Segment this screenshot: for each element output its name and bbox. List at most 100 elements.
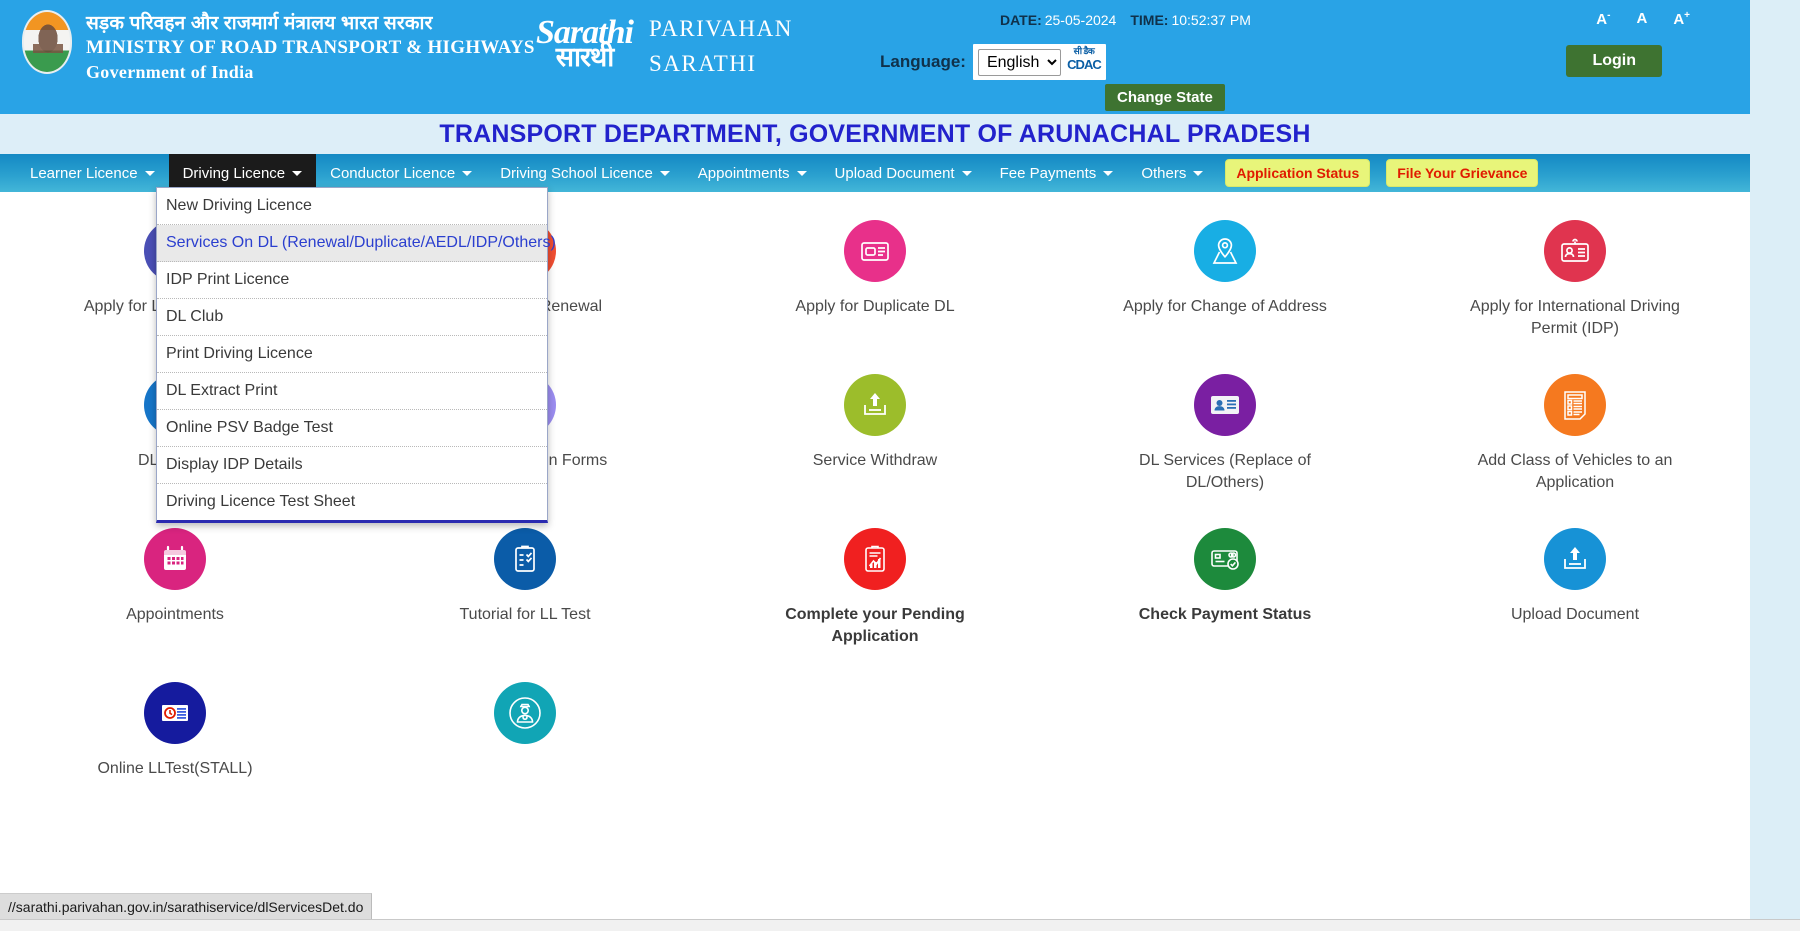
dropdown-item-2[interactable]: IDP Print Licence [157,262,547,299]
add-class-vehicles-checklist-icon [1544,374,1606,437]
dropdown-item-0[interactable]: New Driving Licence [157,188,547,225]
dropdown-item-6[interactable]: Online PSV Badge Test [157,410,547,447]
service-tile-label: Service Withdraw [812,452,938,470]
brand-words: PARIVAHAN SARATHI [649,6,793,81]
service-tile-upload-document[interactable]: Upload Document [1400,518,1750,664]
language-label: Language: [880,52,966,71]
dropdown-item-5[interactable]: DL Extract Print [157,373,547,410]
nav-item-label: Upload Document [834,164,955,182]
nav-item-others[interactable]: Others [1127,154,1217,192]
service-tile-label: Appointments [126,606,224,624]
pending-application-clipboard-icon [844,528,906,591]
service-tile-complete-your-pending-application[interactable]: Complete your Pending Application [700,518,1050,664]
chevron-down-icon [796,170,807,176]
nav-item-label: Fee Payments [999,164,1097,182]
service-tile-appointments[interactable]: Appointments [0,518,350,664]
login-button[interactable]: Login [1566,45,1662,77]
dropdown-item-4[interactable]: Print Driving Licence [157,336,547,373]
nav-pill-file-your-grievance[interactable]: File Your Grievance [1386,159,1539,187]
nav-item-label: Driving School Licence [500,164,653,182]
service-tile-label: Upload Document [1510,606,1640,624]
upload-document-icon [1544,528,1606,591]
service-tile-label: DL Services (Replace of DL/Others) [1139,452,1311,492]
dl-services-id-icon [1194,374,1256,437]
nav-item-learner-licence[interactable]: Learner Licence [16,154,169,192]
language-selector-row: Language: English सी डैक CDAC [880,44,1106,80]
service-tile-service-withdraw[interactable]: Service Withdraw [700,364,1050,510]
idp-badge-icon [1544,220,1606,282]
chevron-down-icon [1193,170,1204,176]
ministry-text: सड़क परिवहन और राजमार्ग मंत्रालय भारत सर… [86,10,535,84]
date-label: DATE: [1000,12,1042,28]
service-tile-add-class-of-vehicles-to-an-application[interactable]: Add Class of Vehicles to an Application [1400,364,1750,510]
chevron-down-icon [659,170,670,176]
nav-item-label: Appointments [697,164,790,182]
font-normal-button[interactable]: A [1636,10,1647,27]
font-decrease-button[interactable]: A- [1596,10,1610,28]
time-value: 10:52:37 PM [1171,12,1251,28]
dropdown-item-3[interactable]: DL Club [157,299,547,336]
window-bottom-edge [0,919,1800,931]
chevron-down-icon [961,170,972,176]
dropdown-item-7[interactable]: Display IDP Details [157,447,547,484]
government-of-india-label: Government of India [86,61,254,82]
nav-item-label: Learner Licence [30,164,138,182]
nav-item-fee-payments[interactable]: Fee Payments [986,154,1128,192]
service-tile-label: Apply for Change of Address [1123,298,1327,315]
cdac-logo-latin: CDAC [1067,57,1102,72]
ministry-branding: सड़क परिवहन और राजमार्ग मंत्रालय भारत सर… [22,10,535,84]
time-label: TIME: [1130,12,1169,28]
tutorial-clipboard-icon [494,528,556,591]
font-size-controls: A- A A+ [1596,10,1690,28]
language-box: English सी डैक CDAC [972,44,1106,80]
service-tile-label: Apply for International Driving Permit (… [1470,298,1680,338]
service-tile-driver[interactable] [350,672,700,796]
service-tile-label: Complete your Pending Application [785,606,965,646]
service-tile-label: Apply for Duplicate DL [795,298,955,315]
sarathi-logo-icon: Sarathi सारथी [536,15,634,71]
driving-licence-dropdown-menu: New Driving Licence Services On DL (Renew… [156,187,556,523]
service-tile-apply-for-international-driving-permit-idp[interactable]: Apply for International Driving Permit (… [1400,210,1750,356]
site-container: सड़क परिवहन और राजमार्ग मंत्रालय भारत सर… [0,0,1750,931]
date-time-display: DATE: 25-05-2024 TIME: 10:52:37 PM [1000,12,1251,28]
service-tile-label: Online LLTest(STALL) [97,760,253,778]
font-increase-button[interactable]: A+ [1673,10,1690,28]
nav-item-upload-document[interactable]: Upload Document [821,154,986,192]
nav-item-label: Driving Licence [182,164,286,182]
india-emblem-icon [22,10,72,74]
duplicate-dl-card-icon [844,220,906,282]
calendar-icon [144,528,206,591]
service-tile-label: Tutorial for LL Test [459,606,591,624]
chevron-down-icon [1103,170,1114,176]
chevron-down-icon [462,170,473,176]
service-tile-online-lltest-stall[interactable]: Online LLTest(STALL) [0,672,350,796]
browser-page: सड़क परिवहन और राजमार्ग मंत्रालय भारत सर… [0,0,1800,931]
change-of-address-pin-icon [1194,220,1256,282]
browser-status-bar: //sarathi.parivahan.gov.in/sarathiservic… [0,893,373,919]
service-tile-apply-for-duplicate-dl[interactable]: Apply for Duplicate DL [700,210,1050,356]
service-tile-apply-for-change-of-address[interactable]: Apply for Change of Address [1050,210,1400,356]
nav-item-label: Others [1141,164,1187,182]
service-tile-label: Check Payment Status [1138,606,1312,624]
page-title: TRANSPORT DEPARTMENT, GOVERNMENT OF ARUN… [439,119,1311,148]
driver-person-icon [494,682,556,745]
service-tile-tutorial-for-ll-test[interactable]: Tutorial for LL Test [350,518,700,664]
service-withdraw-upload-icon [844,374,906,437]
nav-item-appointments[interactable]: Appointments [684,154,821,192]
payment-card-check-icon [1194,528,1256,591]
dropdown-item-8[interactable]: Driving Licence Test Sheet [157,484,547,520]
chevron-down-icon [144,170,155,176]
nav-pill-application-status[interactable]: Application Status [1225,159,1371,187]
language-select[interactable]: English [977,48,1061,76]
site-header: सड़क परिवहन और राजमार्ग मंत्रालय भारत सर… [0,0,1750,114]
date-value: 25-05-2024 [1044,12,1117,28]
dropdown-item-1[interactable]: Services On DL (Renewal/Duplicate/AEDL/I… [157,225,556,262]
cdac-logo-hindi: सी डैक [1073,46,1095,56]
ministry-name-hindi: सड़क परिवहन और राजमार्ग मंत्रालय भारत सर… [86,13,433,34]
service-tile-label: Add Class of Vehicles to an Application [1477,452,1673,492]
chevron-down-icon [292,170,303,176]
service-tile-check-payment-status[interactable]: Check Payment Status [1050,518,1400,664]
service-tile-dl-services-replace-of-dl-others[interactable]: DL Services (Replace of DL/Others) [1050,364,1400,510]
change-state-button[interactable]: Change State [1105,84,1225,111]
status-url: //sarathi.parivahan.gov.in/sarathiservic… [8,898,364,915]
